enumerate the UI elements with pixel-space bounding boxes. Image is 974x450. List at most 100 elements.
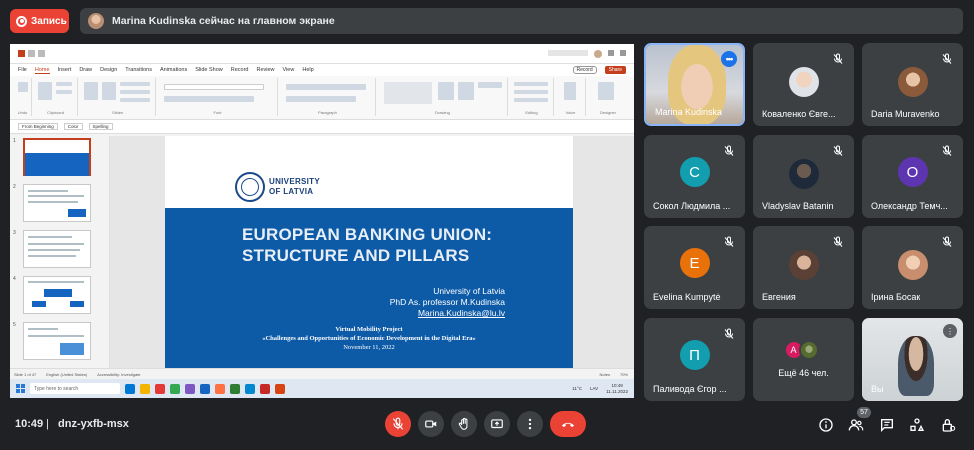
participant-name: Коваленко Євге... xyxy=(762,109,836,119)
participant-name: Daria Muravenko xyxy=(871,109,940,119)
info-icon xyxy=(819,418,833,432)
mic-off-icon xyxy=(942,145,952,156)
presenter-avatar xyxy=(88,13,104,29)
slide-title-line1: EUROPEAN BANKING UNION: xyxy=(242,225,493,244)
slide-thumbnail xyxy=(23,230,91,268)
status-notes: Notes xyxy=(599,371,610,377)
people-count-badge: 57 xyxy=(857,407,871,418)
taskbar-app-icon xyxy=(140,383,150,394)
participant-name: Evelina Kumpytė xyxy=(653,292,721,302)
present-button[interactable] xyxy=(484,411,510,437)
participant-name: Сокол Людмила ... xyxy=(653,201,731,211)
raise-hand-button[interactable] xyxy=(451,411,477,437)
more-participants-tile[interactable]: А Ещё 46 чел. xyxy=(753,318,854,401)
ppt-menu-view: View xyxy=(282,67,295,73)
taskbar-app-icon xyxy=(155,383,165,394)
participant-avatar xyxy=(788,250,819,280)
ppt-menu-transitions: Transitions xyxy=(125,67,152,73)
mic-off-icon xyxy=(833,236,843,247)
thumb-number: 1 xyxy=(13,138,16,144)
camera-icon xyxy=(425,420,437,428)
ribbon-cap: Editing xyxy=(525,110,538,115)
host-controls-icon xyxy=(942,419,956,432)
more-options-icon[interactable]: ⋮ xyxy=(943,324,957,338)
ribbon-cap: Designer xyxy=(599,110,616,115)
participant-tile[interactable]: С Сокол Людмила ... xyxy=(644,135,745,218)
participant-tile[interactable]: ••• Marina Kudinska xyxy=(644,43,745,126)
tray-date: 11.11.2022 xyxy=(606,388,628,394)
participant-tile[interactable]: О Олександр Темч... xyxy=(862,135,963,218)
slide-project: Virtual Mobility Project «Challenges and… xyxy=(165,325,573,352)
status-slide-count: Slide 1 of 47 xyxy=(14,371,37,377)
presenting-banner[interactable]: Marina Kudinska сейчас на главном экране xyxy=(80,8,963,34)
ppt-ribbon: Undo Clipboard Slides Font Paragraph Dra… xyxy=(10,76,634,120)
slide-author: University of Latvia PhD As. professor M… xyxy=(390,286,505,319)
participant-avatar: С xyxy=(679,157,710,187)
participant-tile[interactable]: Евгения xyxy=(753,226,854,309)
thumb-number: 2 xyxy=(13,184,16,190)
slide-thumbnail xyxy=(23,184,91,222)
system-tray: 11°C LAV 10:49 11.11.2022 xyxy=(572,383,634,395)
ribbon-cap: Voice xyxy=(565,110,576,115)
slide-editor: UNIVERSITY OF LATVIA EUROPEAN BANKING UN… xyxy=(110,136,634,368)
participant-tile[interactable]: Ірина Босак xyxy=(862,226,963,309)
taskbar-app-icon xyxy=(125,383,135,394)
project-name: Virtual Mobility Project xyxy=(335,326,403,333)
participant-name: Олександр Темч... xyxy=(871,201,948,211)
ppt-titlebar xyxy=(10,44,634,64)
more-options-icon[interactable]: ••• xyxy=(721,51,737,67)
chat-button[interactable] xyxy=(878,416,896,434)
taskbar-app-icon xyxy=(200,383,210,394)
taskbar-app-icon xyxy=(170,383,180,394)
ribbon-cap: Paragraph xyxy=(318,110,337,115)
participant-tile[interactable]: Daria Muravenko xyxy=(862,43,963,126)
more-participants-label: Ещё 46 чел. xyxy=(778,368,829,378)
windows-start-icon xyxy=(16,384,25,393)
status-accessibility: Accessibility: Investigate xyxy=(97,371,141,377)
status-zoom: 70% xyxy=(619,371,628,377)
more-options-button[interactable] xyxy=(517,411,543,437)
self-tile[interactable]: ⋮ Вы xyxy=(862,318,963,401)
participant-name: Вы xyxy=(871,384,884,394)
mic-toggle-button[interactable] xyxy=(385,411,411,437)
university-logo: UNIVERSITY OF LATVIA xyxy=(235,172,320,202)
present-icon xyxy=(491,419,503,429)
taskbar-app-icon xyxy=(185,383,195,394)
slide-title-band: EUROPEAN BANKING UNION: STRUCTURE AND PI… xyxy=(165,208,573,368)
shared-screen: File Home Insert Draw Design Transitions… xyxy=(10,44,634,398)
thumb-number: 4 xyxy=(13,276,16,282)
taskbar-search: Type here to search xyxy=(30,383,120,394)
end-call-button[interactable] xyxy=(550,411,586,437)
participant-tile[interactable]: E Evelina Kumpytė xyxy=(644,226,745,309)
ppt-menu: File Home Insert Draw Design Transitions… xyxy=(10,64,634,76)
ppt-menu-slideshow: Slide Show xyxy=(195,67,223,73)
ribbon-cap: Clipboard xyxy=(46,110,65,115)
participant-avatar xyxy=(798,340,819,360)
language-indicator: LAV xyxy=(589,386,599,391)
bottom-separator: | xyxy=(46,418,49,430)
recording-button[interactable]: Запись xyxy=(10,9,69,33)
taskbar-app-icon xyxy=(230,383,240,394)
participant-tile[interactable]: Коваленко Євге... xyxy=(753,43,854,126)
thumb-number: 5 xyxy=(13,322,16,328)
meeting-time: 10:49 xyxy=(15,418,44,430)
activities-icon xyxy=(910,418,925,431)
status-language: English (United States) xyxy=(46,371,88,377)
people-button[interactable] xyxy=(847,416,865,434)
participant-tile[interactable]: П Паливода Єгор ... xyxy=(644,318,745,401)
camera-toggle-button[interactable] xyxy=(418,411,444,437)
host-controls-button[interactable] xyxy=(939,416,957,434)
ppt-menu-animations: Animations xyxy=(159,67,188,73)
author-email: Marina.Kudinska@lu.lv xyxy=(417,308,505,318)
mic-off-icon xyxy=(833,145,843,156)
meeting-info-button[interactable] xyxy=(817,416,835,434)
ppt-menu-review: Review xyxy=(256,67,275,73)
participant-name: Паливода Єгор ... xyxy=(653,384,727,394)
mic-off-icon xyxy=(392,417,404,430)
ribbon-cap: Undo xyxy=(17,110,28,115)
record-icon xyxy=(16,15,27,27)
slide-thumbnail xyxy=(23,276,91,314)
activities-button[interactable] xyxy=(908,416,926,434)
mic-off-icon xyxy=(833,53,843,64)
participant-tile[interactable]: Vladyslav Batanin xyxy=(753,135,854,218)
